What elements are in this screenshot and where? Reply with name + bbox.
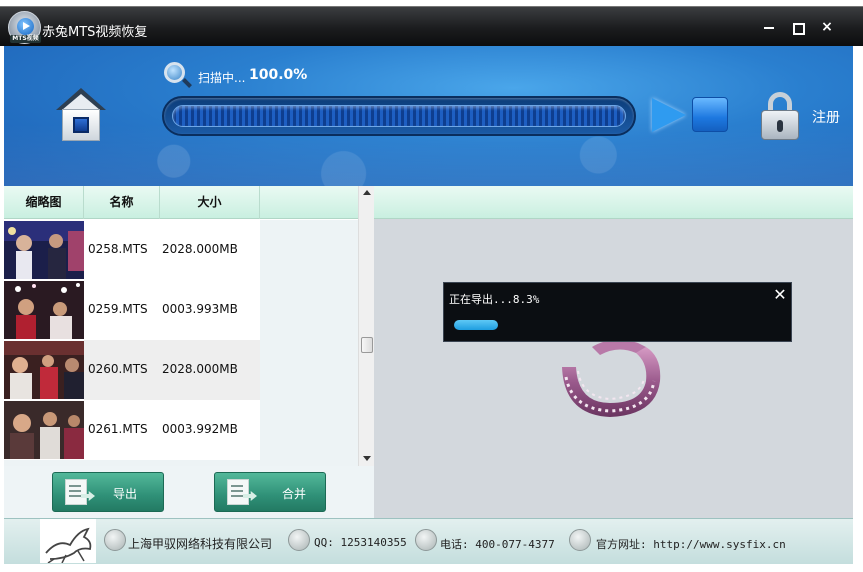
file-size: 2028.000MB	[162, 362, 238, 376]
start-scan-button[interactable]	[650, 96, 686, 136]
globe-icon	[569, 529, 591, 551]
file-name: 0260.MTS	[88, 362, 148, 376]
scroll-thumb[interactable]	[361, 337, 373, 353]
header-toolbar: 扫描中... 100.0% 注册	[4, 46, 853, 186]
scan-status-text: 扫描中...	[198, 71, 246, 85]
film-reel-icon	[552, 337, 670, 429]
video-thumbnail	[4, 401, 84, 459]
table-row[interactable]: 0259.MTS 0003.993MB	[4, 280, 358, 340]
column-header-size[interactable]: 大小	[160, 186, 260, 219]
scan-progress-bar	[162, 96, 636, 136]
file-size: 2028.000MB	[162, 242, 238, 256]
merge-icon	[227, 479, 257, 507]
file-name: 0258.MTS	[88, 242, 148, 256]
merge-icon-line	[231, 495, 243, 497]
export-button[interactable]: 导出	[52, 472, 164, 512]
home-button[interactable]	[54, 88, 108, 144]
app-logo-icon: MTS视频	[8, 11, 41, 44]
merge-button[interactable]: 合并	[214, 472, 326, 512]
scroll-down-icon[interactable]	[363, 456, 371, 461]
merge-icon-line	[231, 485, 243, 487]
scroll-up-icon[interactable]	[363, 190, 371, 195]
export-icon-line	[69, 490, 81, 492]
app-logo-text: MTS视频	[10, 35, 41, 43]
column-header-thumbnail[interactable]: 缩略图	[4, 186, 84, 219]
home-icon-door	[73, 117, 89, 133]
preview-header	[374, 186, 853, 219]
export-icon	[65, 479, 95, 507]
minimize-button[interactable]	[757, 17, 781, 37]
dialog-close-button[interactable]: ✕	[772, 287, 788, 303]
merge-icon-line	[231, 490, 243, 492]
export-button-label: 导出	[113, 487, 138, 501]
website-link[interactable]: 官方网址: http://www.sysfix.cn	[596, 536, 786, 552]
export-progress-text: 正在导出...8.3%	[449, 293, 540, 306]
table-row-selected[interactable]: 0260.MTS 2028.000MB	[4, 340, 358, 400]
merge-button-label: 合并	[282, 487, 307, 501]
title-bar[interactable]: MTS视频 赤兔MTS视频恢复 ×	[0, 6, 863, 46]
scan-percent-text: 100.0%	[249, 67, 308, 83]
phone-icon	[415, 529, 437, 551]
file-size: 0003.992MB	[162, 422, 238, 436]
window-title: 赤兔MTS视频恢复	[42, 25, 148, 40]
row-empty-cell	[260, 340, 358, 400]
export-icon-sheet	[65, 479, 87, 505]
video-thumbnail	[4, 281, 84, 339]
footer-bar: 上海甲驭网络科技有限公司 QQ: 1253140355 电话: 400-077-…	[4, 518, 853, 564]
row-empty-cell	[260, 400, 358, 460]
export-progress-bar	[454, 320, 498, 330]
home-icon-roof	[62, 94, 100, 110]
file-list[interactable]: 0258.MTS 2028.000MB 0259.MTS 0003.993MB …	[4, 220, 358, 466]
column-header-name[interactable]: 名称	[84, 186, 160, 219]
table-row[interactable]: 0261.MTS 0003.992MB	[4, 400, 358, 460]
row-empty-cell	[260, 280, 358, 340]
phone-number: 电话: 400-077-4377	[440, 538, 555, 551]
stop-scan-button[interactable]	[692, 97, 728, 132]
maximize-button[interactable]	[785, 17, 809, 37]
file-table-header: 缩略图 名称 大小	[4, 186, 358, 219]
action-button-bar: 导出 合并	[4, 466, 374, 518]
search-icon-handle	[182, 78, 192, 88]
file-name: 0261.MTS	[88, 422, 148, 436]
export-icon-line	[69, 485, 81, 487]
horse-logo-icon	[40, 519, 96, 564]
app-window: MTS视频 赤兔MTS视频恢复 × 扫描中... 100.0% 注册 缩略图 名…	[0, 0, 863, 572]
lock-icon[interactable]	[759, 92, 801, 142]
scan-progress-fill	[172, 105, 626, 127]
merge-icon-sheet	[227, 479, 249, 505]
file-size: 0003.993MB	[162, 302, 238, 316]
file-list-panel: 缩略图 名称 大小 0258.MTS 2028.000MB 0259.MTS 0…	[4, 186, 374, 518]
video-thumbnail	[4, 341, 84, 399]
register-link[interactable]: 注册	[812, 107, 840, 127]
close-button[interactable]: ×	[815, 17, 839, 37]
search-icon	[162, 60, 192, 90]
export-icon-line	[69, 495, 81, 497]
lock-icon-keyhole	[777, 120, 783, 132]
row-empty-cell	[260, 220, 358, 280]
company-name: 上海甲驭网络科技有限公司	[128, 537, 273, 551]
video-thumbnail	[4, 221, 84, 279]
play-logo-icon	[17, 18, 34, 35]
video-preview-area: 正在导出...8.3% ✕	[374, 219, 853, 518]
export-progress-dialog: 正在导出...8.3% ✕	[443, 282, 792, 342]
table-row[interactable]: 0258.MTS 2028.000MB	[4, 220, 358, 280]
file-list-scrollbar[interactable]	[358, 186, 374, 466]
file-name: 0259.MTS	[88, 302, 148, 316]
qq-number: QQ: 1253140355	[314, 536, 407, 549]
qq-icon	[288, 529, 310, 551]
company-icon	[104, 529, 126, 551]
